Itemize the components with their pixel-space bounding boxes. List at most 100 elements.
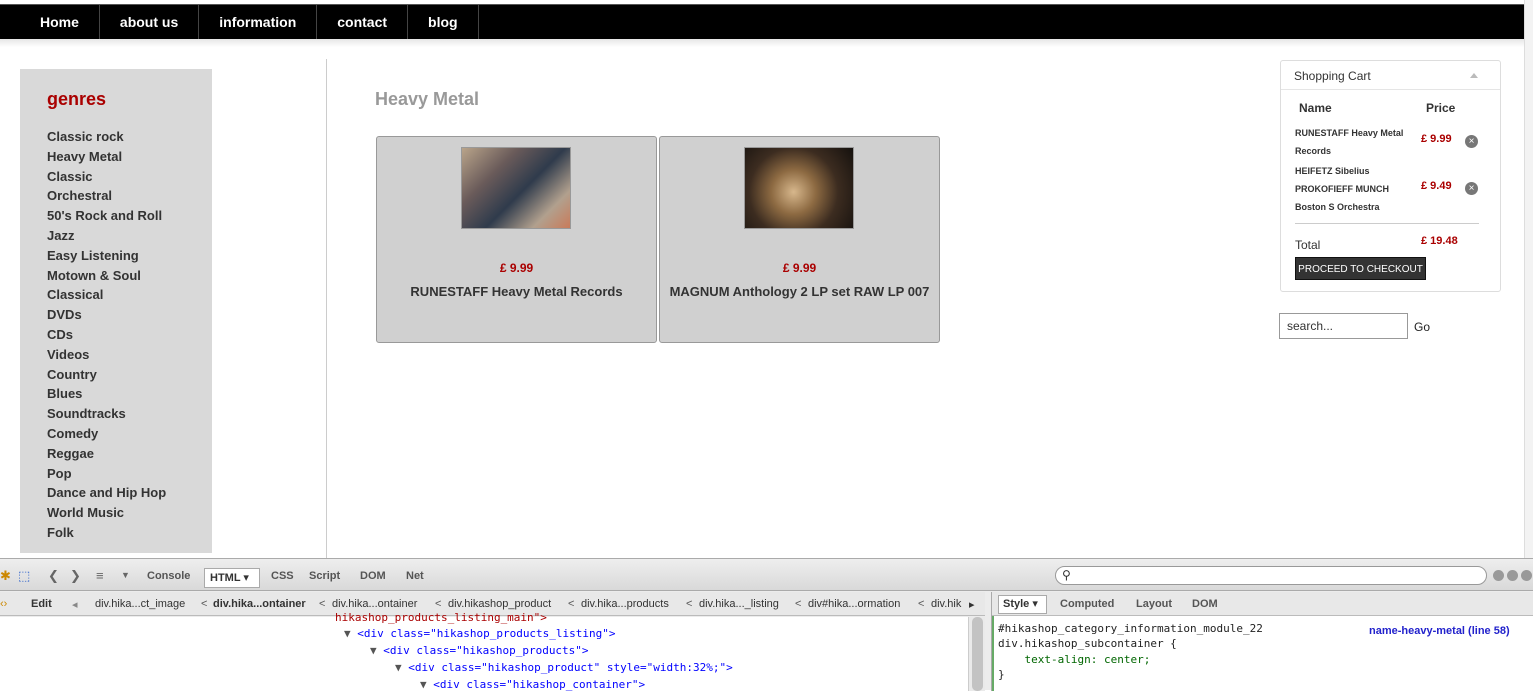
css-selector[interactable]: div.hikashop_subcontainer { (998, 637, 1177, 650)
page-scrollbar[interactable] (1524, 0, 1533, 558)
product-card[interactable]: £ 9.99 MAGNUM Anthology 2 LP set RAW LP … (659, 136, 940, 343)
top-navigation: Home about us information contact blog (0, 4, 1524, 39)
cart-separator (1295, 223, 1479, 224)
breadcrumb-item[interactable]: div.hika...ontainer (213, 598, 306, 610)
breadcrumb-item[interactable]: div#hika...ormation (808, 598, 900, 610)
nav-contact[interactable]: contact (317, 5, 409, 39)
genre-item[interactable]: Pop (47, 464, 212, 484)
cart-col-price: Price (1426, 101, 1456, 115)
shopping-cart: Shopping Cart Name Price RUNESTAFF Heavy… (1280, 60, 1501, 292)
genre-item[interactable]: 50's Rock and Roll (47, 206, 212, 226)
tab-dom[interactable]: DOM (360, 570, 386, 582)
code-line[interactable]: ▼ <div class="hikashop_container"> (420, 678, 645, 691)
tab-style[interactable]: Style ▾ (998, 595, 1047, 614)
css-source-link[interactable]: name-heavy-metal (line 58) (1369, 625, 1510, 637)
genre-item[interactable]: Classical (47, 285, 212, 305)
genre-item[interactable]: Blues (47, 384, 212, 404)
tab-console[interactable]: Console (147, 570, 190, 582)
cart-total-label: Total (1295, 238, 1321, 252)
code-icon: ‹› (0, 598, 8, 610)
breadcrumb-item[interactable]: div.hik (931, 598, 961, 610)
genre-item[interactable]: Classic rock (47, 127, 212, 147)
genre-item[interactable]: Soundtracks (47, 404, 212, 424)
detach-icon[interactable] (1507, 570, 1518, 581)
genre-item[interactable]: Motown & Soul (47, 266, 212, 286)
code-line[interactable]: ▼ <div class="hikashop_product" style="w… (395, 661, 733, 674)
nav-blog[interactable]: blog (408, 5, 479, 39)
collapse-arrow-icon[interactable] (1470, 73, 1478, 78)
genre-item[interactable]: Folk (47, 523, 212, 543)
dropdown-icon[interactable]: ▼ (121, 570, 130, 580)
product-price: £ 9.99 (782, 261, 817, 275)
search-go-button[interactable]: Go (1414, 320, 1430, 334)
code-line[interactable]: ▼ <div class="hikashop_products"> (370, 644, 589, 657)
genre-item[interactable]: Comedy (47, 424, 212, 444)
cart-item-name[interactable]: RUNESTAFF Heavy Metal Records (1295, 124, 1417, 160)
nav-about-us[interactable]: about us (100, 5, 200, 39)
tab-html[interactable]: HTML ▾ (204, 568, 260, 588)
breadcrumb-item[interactable]: div.hika..._listing (699, 598, 779, 610)
forward-icon[interactable]: ❯ (70, 568, 81, 584)
tab-computed[interactable]: Computed (1060, 598, 1114, 610)
code-line[interactable]: ▼ <div class="hikashop_products_listing"… (344, 627, 616, 640)
tab-side-dom[interactable]: DOM (1192, 598, 1218, 610)
html-pane-scrollbar[interactable] (968, 617, 985, 691)
breadcrumb-item[interactable]: div.hika...products (581, 598, 669, 610)
genre-item[interactable]: World Music (47, 503, 212, 523)
category-title: Heavy Metal (375, 89, 480, 109)
search-input[interactable] (1279, 313, 1408, 339)
product-image[interactable] (744, 147, 854, 229)
product-image[interactable] (461, 147, 571, 229)
breadcrumb-item[interactable]: div.hikashop_product (448, 598, 551, 610)
genre-item[interactable]: Classic (47, 167, 212, 187)
firebug-icon[interactable]: ✱ (0, 568, 11, 584)
product-card[interactable]: £ 9.99 RUNESTAFF Heavy Metal Records (376, 136, 657, 343)
tab-script[interactable]: Script (309, 570, 340, 582)
genre-item[interactable]: Jazz (47, 226, 212, 246)
breadcrumb-item[interactable]: div.hika...ct_image (95, 598, 185, 610)
breadcrumb-forward-icon[interactable]: ▸ (969, 598, 975, 611)
close-icon[interactable] (1521, 570, 1532, 581)
tab-css[interactable]: CSS (271, 570, 294, 582)
devtools-toolbar: ✱ ⬚ ❮ ❯ ≡ ▼ Console HTML ▾ CSS Script DO… (0, 559, 1533, 591)
devtools-panel: ✱ ⬚ ❮ ❯ ≡ ▼ Console HTML ▾ CSS Script DO… (0, 558, 1533, 691)
tab-layout[interactable]: Layout (1136, 598, 1172, 610)
nav-home[interactable]: Home (0, 5, 100, 39)
product-price: £ 9.99 (499, 261, 534, 275)
genre-item[interactable]: Videos (47, 345, 212, 365)
genre-item[interactable]: CDs (47, 325, 212, 345)
genre-item[interactable]: Orchestral (47, 186, 212, 206)
genre-item[interactable]: Heavy Metal (47, 147, 212, 167)
remove-item-icon[interactable]: × (1465, 182, 1478, 195)
genre-item[interactable]: Reggae (47, 444, 212, 464)
scrollbar-thumb[interactable] (972, 617, 983, 691)
genres-sidebar: genres Classic rock Heavy Metal Classic … (20, 69, 212, 553)
search-icon: ⚲ (1062, 568, 1071, 582)
product-name[interactable]: RUNESTAFF Heavy Metal Records (377, 284, 656, 299)
chevron-down-icon: ▾ (1032, 598, 1038, 610)
proceed-to-checkout-button[interactable]: PROCEED TO CHECKOUT (1295, 257, 1426, 280)
breadcrumb-item[interactable]: div.hika...ontainer (332, 598, 417, 610)
menu-icon[interactable]: ≡ (96, 568, 104, 583)
css-property[interactable]: text-align: center; (998, 653, 1150, 666)
edit-button[interactable]: Edit (31, 598, 52, 610)
devtools-search-input[interactable]: ⚲ (1055, 566, 1487, 585)
html-source-pane: hikashop_products_listing_main"> ▼ <div … (0, 611, 968, 691)
css-selector[interactable]: #hikashop_category_information_module_22 (998, 622, 1263, 635)
nav-information[interactable]: information (199, 5, 318, 39)
code-line[interactable]: hikashop_products_listing_main"> (335, 611, 547, 624)
genre-item[interactable]: Dance and Hip Hop (47, 483, 212, 503)
minimize-icon[interactable] (1493, 570, 1504, 581)
back-icon[interactable]: ❮ (48, 568, 59, 584)
product-name[interactable]: MAGNUM Anthology 2 LP set RAW LP 007 (660, 284, 939, 299)
tab-net[interactable]: Net (406, 570, 424, 582)
inspect-icon[interactable]: ⬚ (18, 568, 30, 584)
genre-item[interactable]: DVDs (47, 305, 212, 325)
rule-indicator (992, 616, 994, 691)
remove-item-icon[interactable]: × (1465, 135, 1478, 148)
breadcrumb-back-icon[interactable]: ◂ (72, 598, 78, 611)
genres-title: genres (47, 89, 107, 109)
cart-item-name[interactable]: HEIFETZ Sibelius PROKOFIEFF MUNCH Boston… (1295, 162, 1417, 216)
genre-item[interactable]: Easy Listening (47, 246, 212, 266)
genre-item[interactable]: Country (47, 365, 212, 385)
